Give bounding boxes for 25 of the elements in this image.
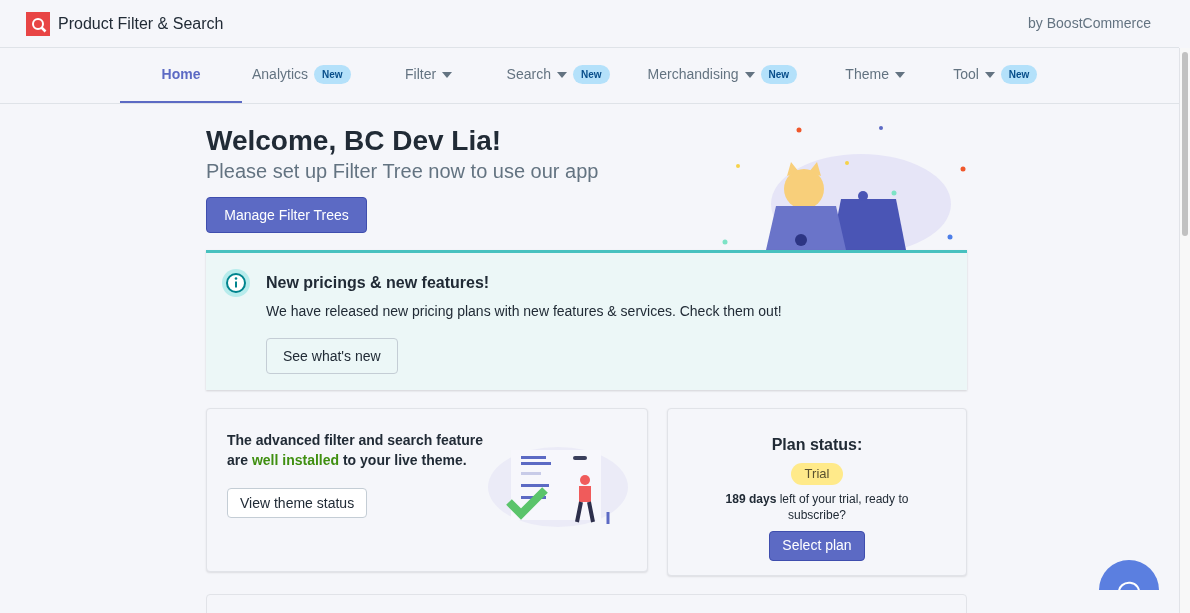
view-theme-status-button[interactable]: View theme status	[227, 488, 368, 518]
trial-remaining-text: 189 days left of your trial, ready to subscribe?	[724, 490, 910, 523]
new-badge: New	[760, 65, 798, 84]
app-title: Product Filter & Search	[58, 13, 224, 34]
nav-tab[interactable]: Analytics New	[242, 48, 361, 103]
nav-tab[interactable]: Tool New	[943, 48, 1048, 103]
vendor-name: by BoostCommerce	[1028, 14, 1151, 33]
nav-tab[interactable]: Theme	[825, 48, 926, 103]
banner-text: We have released new pricing plans with new features & services. Check them out!	[266, 302, 782, 321]
nav-tab[interactable]: Filter	[378, 48, 479, 103]
welcome-subtitle: Please set up Filter Tree now to use our app	[206, 159, 599, 184]
new-badge: New	[1000, 65, 1038, 84]
banner-title: New pricings & new features!	[266, 273, 490, 293]
plan-status-title: Plan status:	[771, 435, 863, 455]
nav-tab[interactable]: Home	[120, 48, 242, 103]
select-plan-button[interactable]: Select plan	[769, 530, 865, 561]
nav-tab[interactable]: Search New	[496, 48, 620, 103]
nav-tab[interactable]: Merchandising New	[637, 48, 808, 103]
see-whats-new-button[interactable]: See what's new	[266, 338, 398, 374]
new-badge: New	[572, 65, 610, 84]
new-badge: New	[314, 65, 351, 84]
welcome-title: Welcome, BC Dev Lia!	[206, 124, 503, 158]
manage-filter-trees-button[interactable]: Manage Filter Trees	[206, 197, 367, 233]
trial-badge: Trial	[790, 463, 844, 485]
theme-status-text: The advanced filter and search feature are well installed to your live theme.	[227, 431, 484, 470]
